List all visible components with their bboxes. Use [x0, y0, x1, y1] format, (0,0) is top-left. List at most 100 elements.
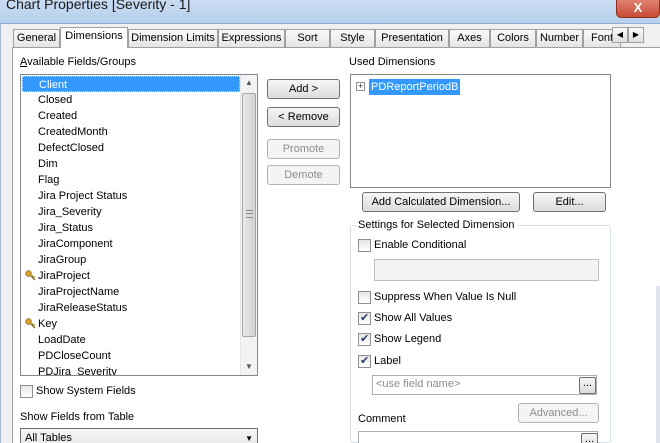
list-item[interactable]: Client	[22, 76, 240, 92]
key-icon	[25, 318, 36, 329]
add-calculated-dimension-button[interactable]: Add Calculated Dimension...	[362, 192, 520, 212]
list-item[interactable]: CreatedMonth	[22, 124, 240, 140]
label-expression-button[interactable]: ...	[579, 377, 596, 394]
label-checkbox[interactable]	[358, 354, 371, 368]
available-list-scrollbar[interactable]: ▲ ▼	[240, 75, 257, 375]
used-dimension-label: PDReportPeriodB	[369, 79, 461, 95]
tab-number[interactable]: Number	[536, 29, 583, 47]
comment-expression-button[interactable]: ...	[581, 433, 598, 443]
list-item[interactable]: LoadDate	[22, 332, 240, 348]
label-field[interactable]: <use field name>	[372, 375, 597, 395]
demote-button[interactable]: Demote	[267, 165, 340, 185]
advanced-button[interactable]: Advanced...	[518, 403, 599, 423]
promote-button[interactable]: Promote	[267, 139, 340, 159]
remove-button[interactable]: < Remove	[267, 107, 340, 127]
tab-presentation[interactable]: Presentation	[375, 29, 449, 47]
tab-expressions[interactable]: Expressions	[218, 29, 285, 47]
key-icon	[25, 270, 36, 281]
list-item-label: Jira_Severity	[38, 206, 102, 218]
list-item[interactable]: Jira_Severity	[22, 204, 240, 220]
show-all-values-checkbox[interactable]	[358, 311, 371, 325]
scroll-down-icon[interactable]: ▼	[241, 359, 257, 375]
show-legend-label: Show Legend	[374, 333, 442, 345]
tab-dimensions[interactable]: Dimensions	[60, 27, 128, 48]
list-item[interactable]: PDJira_Severity	[22, 364, 240, 376]
list-item[interactable]: Jira Project Status	[22, 188, 240, 204]
list-item-label: Dim	[38, 158, 58, 170]
fields-table-select[interactable]: All Tables ▼	[20, 428, 258, 443]
settings-title: Settings for Selected Dimension	[356, 219, 517, 231]
list-item-label: CreatedMonth	[38, 126, 108, 138]
used-dimensions-list[interactable]: + PDReportPeriodB	[350, 74, 611, 188]
show-system-fields-label: Show System Fields	[36, 385, 136, 397]
tab-colors[interactable]: Colors	[490, 29, 536, 47]
show-all-values-label: Show All Values	[374, 312, 453, 324]
comment-field[interactable]	[358, 431, 598, 443]
available-fields-list[interactable]: Client Closed Created CreatedMonth DefectClo…	[20, 74, 258, 376]
list-item-label: DefectClosed	[38, 142, 105, 154]
enable-conditional-checkbox[interactable]	[358, 239, 371, 252]
list-item[interactable]: JiraProjectName	[22, 284, 240, 300]
add-button[interactable]: Add >	[267, 79, 340, 99]
list-item-label: Jira_Status	[38, 222, 94, 234]
list-item[interactable]: JiraGroup	[22, 252, 240, 268]
list-item-label: JiraProjectName	[38, 286, 120, 298]
list-item[interactable]: Jira_Status	[22, 220, 240, 236]
scrollbar-thumb[interactable]	[242, 93, 256, 337]
tab-scroll-left-button[interactable]: ◀	[612, 27, 628, 43]
list-item-label: Key	[38, 318, 57, 330]
list-item-label: JiraGroup	[38, 254, 87, 266]
conditional-expression-field[interactable]	[374, 259, 599, 281]
list-item[interactable]: PDCloseCount	[22, 348, 240, 364]
title-bar: Chart Properties [Severity - 1] X	[0, 0, 660, 24]
show-fields-from-table-label: Show Fields from Table	[20, 411, 135, 423]
list-item[interactable]: JiraComponent	[22, 236, 240, 252]
list-item[interactable]: Closed	[22, 92, 240, 108]
tab-dimension-limits[interactable]: Dimension Limits	[128, 29, 218, 47]
list-item-label: JiraProject	[38, 270, 90, 282]
used-dimensions-label: Used Dimensions	[349, 56, 436, 68]
list-item-label: JiraComponent	[38, 238, 113, 250]
available-fields-label: Available Fields/Groups	[20, 56, 136, 68]
list-item[interactable]: Created	[22, 108, 240, 124]
tab-scroll-right-button[interactable]: ▶	[628, 27, 644, 43]
window-title: Chart Properties [Severity - 1]	[6, 0, 191, 12]
list-item-label: PDJira_Severity	[38, 366, 117, 376]
list-item[interactable]: DefectClosed	[22, 140, 240, 156]
chevron-right-icon: ▶	[632, 30, 640, 39]
edit-button[interactable]: Edit...	[533, 192, 606, 212]
tab-axes[interactable]: Axes	[449, 29, 490, 47]
suppress-null-checkbox[interactable]	[358, 291, 371, 304]
list-item[interactable]: JiraReleaseStatus	[22, 300, 240, 316]
list-item-label: Closed	[38, 94, 73, 106]
ellipsis-icon: ...	[584, 433, 595, 443]
label-label: Label	[374, 355, 401, 367]
expand-icon[interactable]: +	[356, 82, 365, 91]
show-legend-checkbox[interactable]	[358, 332, 371, 346]
list-item-label: Created	[38, 110, 78, 122]
list-item[interactable]: Key	[22, 316, 240, 332]
tab-sort[interactable]: Sort	[285, 29, 330, 47]
suppress-null-label: Suppress When Value Is Null	[374, 291, 517, 303]
chevron-down-icon: ▼	[245, 434, 253, 443]
fields-table-value: All Tables	[25, 432, 72, 443]
list-item-label: LoadDate	[38, 334, 86, 346]
enable-conditional-label: Enable Conditional	[374, 239, 467, 251]
close-button[interactable]: X	[616, 0, 660, 18]
list-item-label: JiraReleaseStatus	[38, 302, 128, 314]
ellipsis-icon: ...	[582, 377, 593, 389]
background-window-edge	[656, 286, 660, 443]
list-item-label: Client	[39, 79, 68, 91]
list-item-label: PDCloseCount	[38, 350, 111, 362]
tab-style[interactable]: Style	[330, 29, 375, 47]
list-item[interactable]: Dim	[22, 156, 240, 172]
list-item[interactable]: Flag	[22, 172, 240, 188]
list-item-label: Flag	[38, 174, 60, 186]
tab-general[interactable]: General	[13, 29, 60, 47]
list-item[interactable]: JiraProject	[22, 268, 240, 284]
grip-icon	[246, 210, 253, 218]
label-field-placeholder: <use field name>	[376, 378, 461, 390]
close-icon: X	[633, 0, 643, 15]
show-system-fields-checkbox[interactable]	[20, 385, 33, 398]
scroll-up-icon[interactable]: ▲	[241, 75, 257, 91]
